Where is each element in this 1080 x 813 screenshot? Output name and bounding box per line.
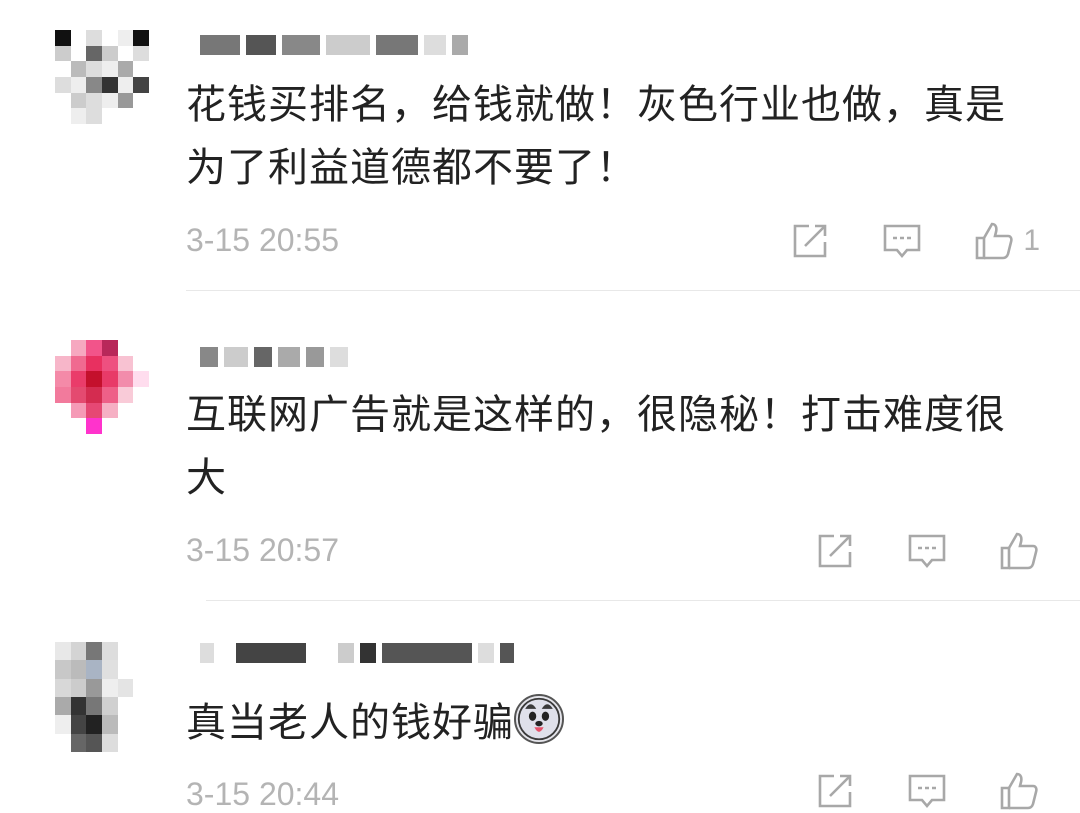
username-redacted[interactable]	[200, 344, 348, 370]
share-icon[interactable]	[789, 220, 831, 262]
comment-time: 3-15 20:55	[186, 222, 340, 258]
avatar[interactable]	[55, 340, 149, 434]
husky-dog-emoji-icon	[514, 694, 564, 744]
comment-icon[interactable]	[906, 770, 948, 812]
like-button[interactable]	[998, 770, 1040, 812]
thumbs-up-icon	[1000, 772, 1038, 810]
divider	[186, 290, 1080, 291]
comment-text-body: 真当老人的钱好骗	[186, 700, 514, 746]
comment-item: 真当老人的钱好骗 3-15 20:44	[0, 610, 1080, 812]
comment-item: 花钱买排名，给钱就做！灰色行业也做，真是为了利益道德都不要了！ 3-15 20:…	[0, 0, 1080, 290]
share-icon[interactable]	[814, 530, 856, 572]
like-button[interactable]	[998, 530, 1040, 572]
like-button[interactable]: 1	[973, 220, 1040, 262]
comment-text: 花钱买排名，给钱就做！灰色行业也做，真是为了利益道德都不要了！	[186, 82, 1006, 191]
comment-icon[interactable]	[881, 220, 923, 262]
comment-text: 真当老人的钱好骗	[186, 692, 1046, 755]
comment-time: 3-15 20:57	[186, 532, 340, 568]
comment-text: 互联网广告就是这样的，很隐秘！打击难度很大	[186, 392, 1006, 501]
username-redacted[interactable]	[200, 640, 514, 666]
avatar[interactable]	[55, 30, 149, 124]
like-count: 1	[1023, 224, 1040, 257]
comment-item: 互联网广告就是这样的，很隐秘！打击难度很大 3-15 20:57	[0, 300, 1080, 600]
thumbs-up-icon	[976, 222, 1013, 260]
comment-icon[interactable]	[906, 530, 948, 572]
comment-time: 3-15 20:44	[186, 776, 340, 812]
divider	[206, 600, 1080, 601]
avatar[interactable]	[55, 642, 149, 752]
username-redacted[interactable]	[200, 32, 468, 58]
thumbs-up-icon	[1000, 532, 1038, 570]
share-icon[interactable]	[814, 770, 856, 812]
